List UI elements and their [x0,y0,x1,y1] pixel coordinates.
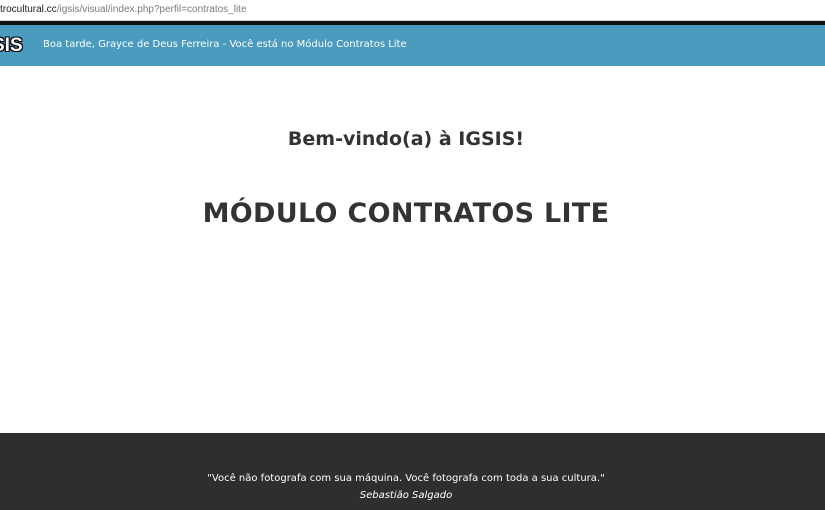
module-title: MÓDULO CONTRATOS LITE [202,198,610,229]
footer-quote-author: Sebastião Salgado [359,490,453,501]
page-footer: "Você não fotografa com sua máquina. Voc… [0,433,825,510]
url-domain: trocultural.cc [0,4,57,15]
brand-logo[interactable]: SIS [0,34,23,58]
footer-quote: "Você não fotografa com sua máquina. Voc… [207,473,605,484]
top-navbar: SIS Boa tarde, Grayce de Deus Ferreira -… [0,25,825,66]
url-path: /igsis/visual/index.php?perfil=contratos… [56,4,247,15]
welcome-heading: Bem-vindo(a) à IGSIS! [287,128,525,150]
address-bar[interactable]: trocultural.cc/igsis/visual/index.php?pe… [0,0,825,21]
user-greeting: Boa tarde, Grayce de Deus Ferreira - Voc… [43,39,407,50]
